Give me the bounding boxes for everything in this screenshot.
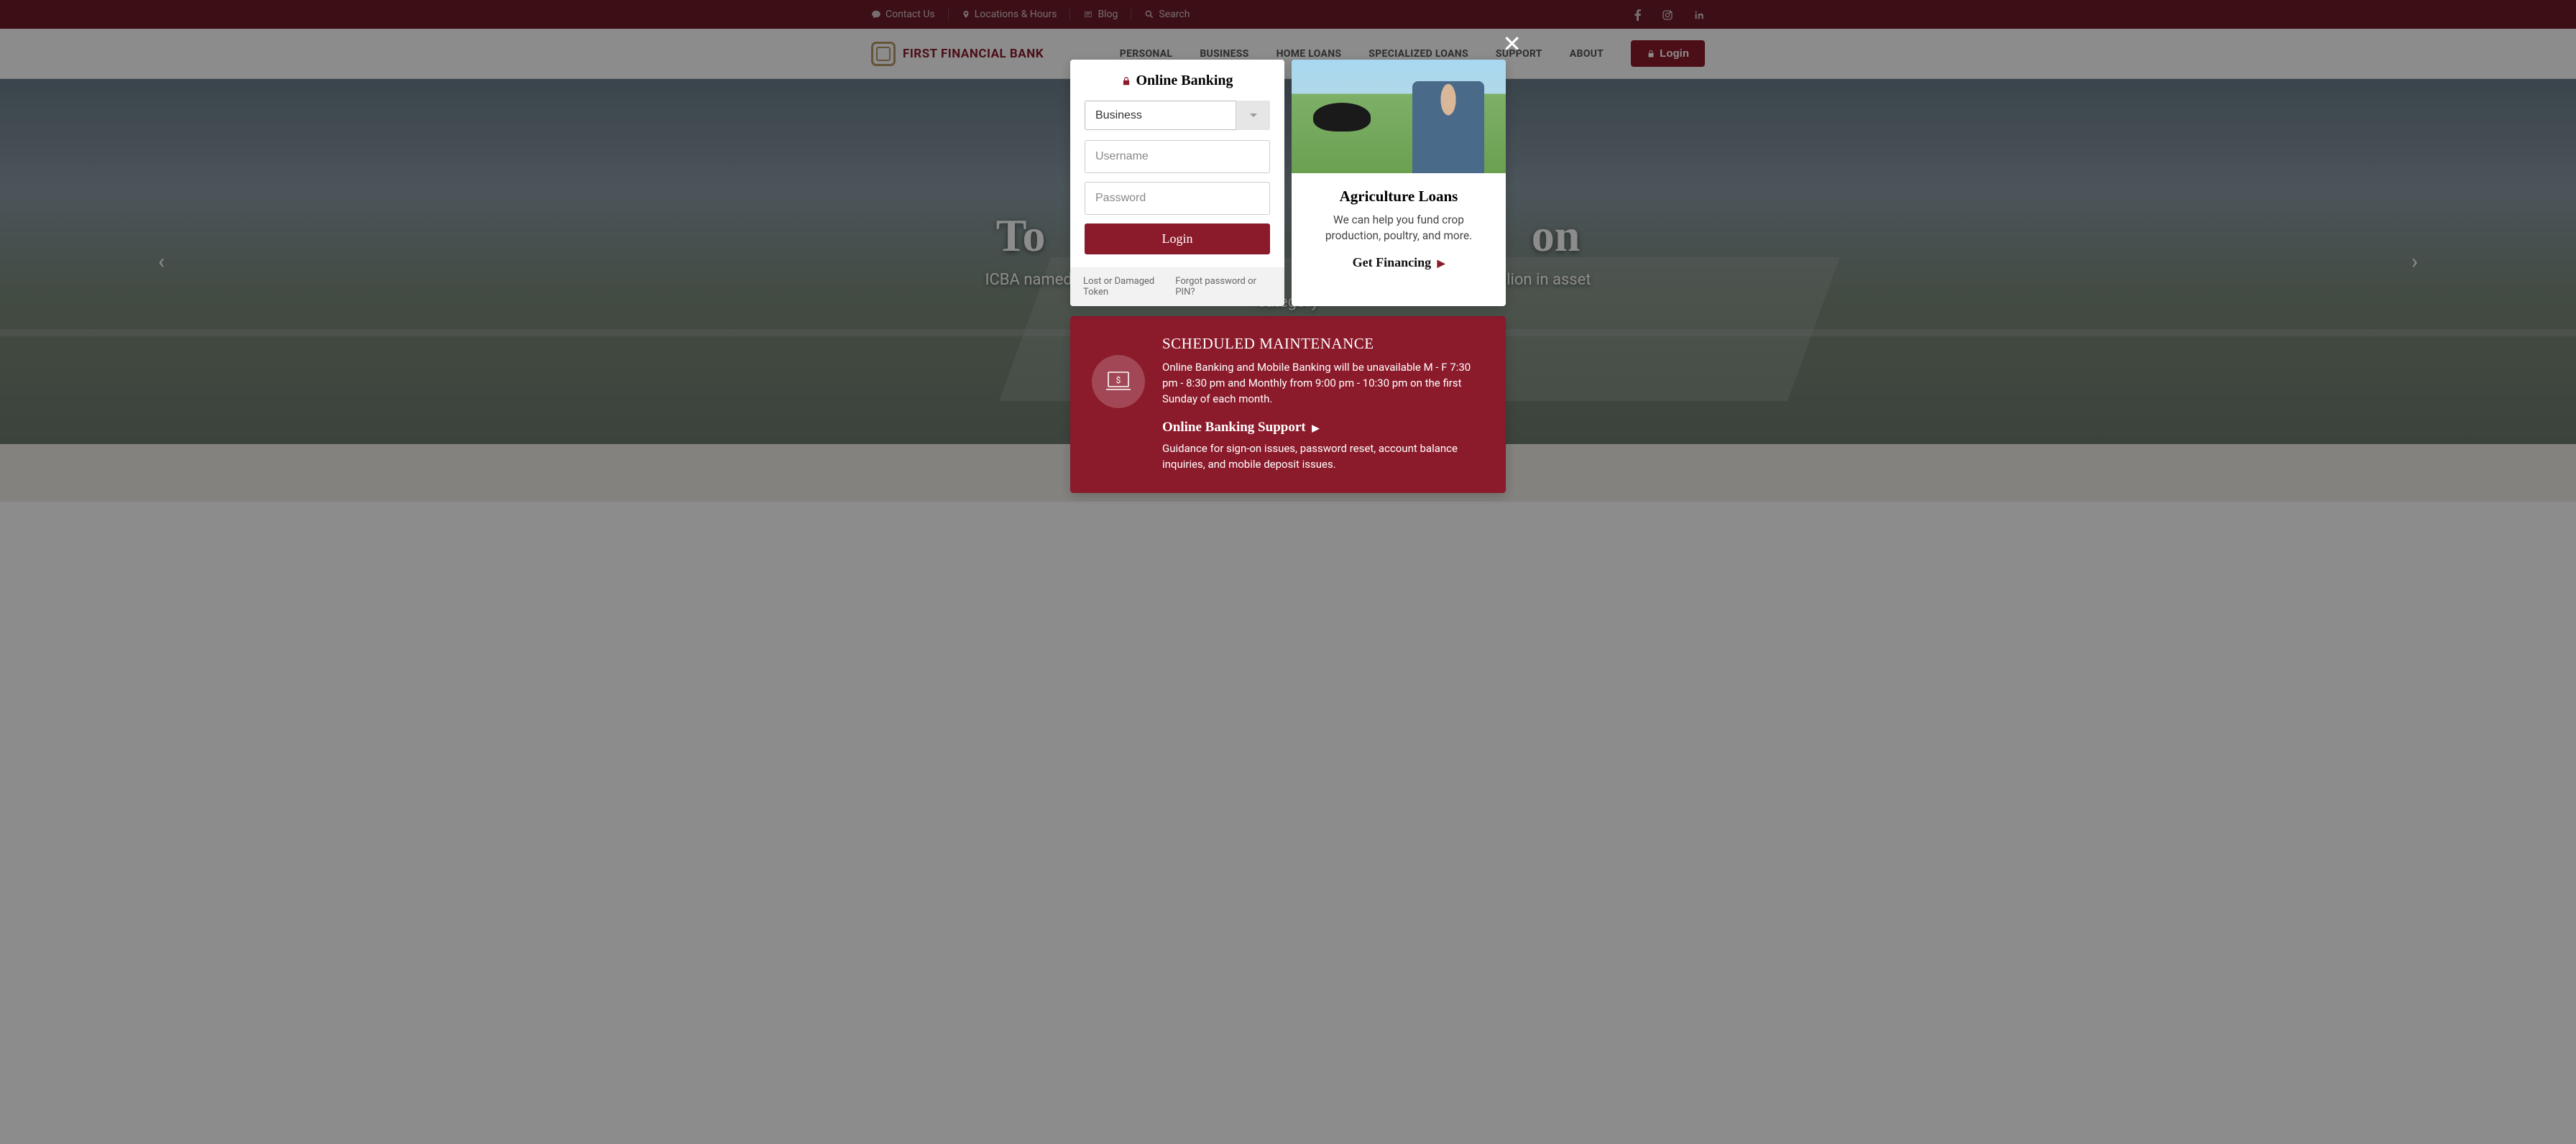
maintenance-content: SCHEDULED MAINTENANCE Online Banking and…	[1162, 335, 1484, 473]
login-title-text: Online Banking	[1136, 73, 1233, 89]
maintenance-title: SCHEDULED MAINTENANCE	[1162, 335, 1484, 353]
promo-person-graphic	[1412, 81, 1484, 173]
login-panel: Online Banking Business Login Lost or Da…	[1070, 60, 1284, 306]
promo-title: Agriculture Loans	[1307, 188, 1490, 206]
login-panel-body: Online Banking Business Login	[1070, 60, 1284, 267]
maintenance-panel: $ SCHEDULED MAINTENANCE Online Banking a…	[1070, 316, 1506, 493]
laptop-dollar-icon: $	[1092, 355, 1145, 408]
promo-image	[1292, 60, 1506, 173]
login-panel-title: Online Banking	[1085, 73, 1270, 89]
support-link-label: Online Banking Support	[1162, 420, 1306, 435]
promo-cta-link[interactable]: Get Financing ▶	[1353, 255, 1445, 269]
password-input[interactable]	[1085, 182, 1270, 215]
login-footer: Lost or Damaged Token Forgot password or…	[1070, 267, 1284, 306]
close-icon[interactable]: ✕	[1502, 32, 1522, 55]
svg-text:$: $	[1116, 375, 1121, 385]
maintenance-text: Online Banking and Mobile Banking will b…	[1162, 360, 1484, 407]
promo-cattle-graphic	[1313, 103, 1371, 132]
promo-description: We can help you fund crop production, po…	[1307, 213, 1490, 244]
account-type-select-wrap: Business	[1085, 101, 1270, 130]
caret-right-icon: ▶	[1438, 259, 1445, 269]
modal-top-row: Online Banking Business Login Lost or Da…	[1070, 60, 1506, 306]
login-modal: ✕ Online Banking Business	[1070, 32, 1506, 493]
forgot-password-link[interactable]: Forgot password or PIN?	[1175, 276, 1271, 297]
caret-right-icon: ▶	[1312, 423, 1319, 433]
account-type-select[interactable]: Business	[1085, 101, 1270, 130]
promo-cta-label: Get Financing	[1353, 255, 1432, 269]
lost-token-link[interactable]: Lost or Damaged Token	[1083, 276, 1175, 297]
username-input[interactable]	[1085, 140, 1270, 173]
lock-icon	[1121, 73, 1131, 89]
support-description: Guidance for sign-on issues, password re…	[1162, 441, 1484, 473]
promo-body: Agriculture Loans We can help you fund c…	[1292, 173, 1506, 287]
login-submit-button[interactable]: Login	[1085, 223, 1270, 254]
promo-panel: Agriculture Loans We can help you fund c…	[1292, 60, 1506, 306]
online-banking-support-link[interactable]: Online Banking Support ▶	[1162, 420, 1319, 435]
